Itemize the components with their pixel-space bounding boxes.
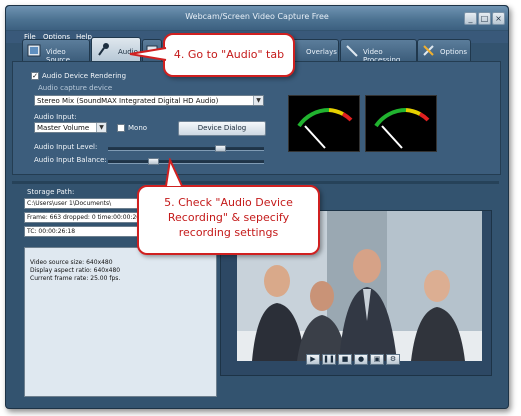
audio-input-value: Master Volume: [37, 124, 90, 132]
pause-button[interactable]: ❚❚: [322, 354, 336, 365]
tab-options[interactable]: Options: [417, 39, 471, 62]
tools-icon: [423, 45, 434, 56]
minimize-button[interactable]: _: [464, 12, 477, 25]
input-balance-label: Audio Input Balance:: [34, 156, 107, 164]
stat-frame-rate: Current frame rate: 25.00 fps.: [30, 275, 121, 282]
chevron-down-icon: ▼: [96, 123, 106, 132]
stats-panel: Video source size: 640x480 Display aspec…: [24, 247, 217, 397]
right-level-meter: [365, 95, 437, 152]
callout-step5-pointer: [165, 158, 183, 187]
microphone-icon: [98, 43, 109, 56]
stop-button[interactable]: ■: [338, 354, 352, 365]
chevron-down-icon: ▼: [253, 96, 263, 105]
input-level-slider[interactable]: [215, 145, 227, 152]
input-level-track: [108, 147, 264, 151]
capture-device-select[interactable]: Stereo Mix (SoundMAX Integrated Digital …: [34, 95, 264, 106]
record-button[interactable]: ●: [354, 354, 368, 365]
mono-checkbox[interactable]: [117, 124, 125, 132]
callout-step4-pointer: [129, 47, 167, 61]
callout-step5-line3: recording settings: [178, 226, 279, 239]
audio-input-select[interactable]: Master Volume ▼: [34, 122, 107, 133]
stat-aspect-ratio: Display aspect ratio: 640x480: [30, 267, 121, 274]
close-button[interactable]: ×: [492, 12, 505, 25]
snapshot-button[interactable]: ▣: [370, 354, 384, 365]
window-title: Webcam/Screen Video Capture Free: [185, 12, 329, 21]
callout-step5-line1: 5. Check "Audio Device: [164, 196, 293, 209]
callout-step5: 5. Check "Audio Device Recording" & sepe…: [137, 185, 320, 255]
mono-label: Mono: [128, 124, 148, 132]
tab-label: Options: [440, 48, 468, 56]
input-balance-slider[interactable]: [148, 158, 159, 165]
splitter[interactable]: [12, 181, 499, 184]
wand-icon: [346, 45, 358, 57]
callout-step5-line2: Recording" & sepecify: [167, 211, 290, 224]
film-icon: [27, 44, 41, 57]
audio-input-label: Audio Input:: [34, 113, 77, 121]
capture-device-label: Audio capture device: [38, 84, 113, 92]
title-bar: Webcam/Screen Video Capture Free _ □ ×: [6, 6, 508, 30]
input-level-label: Audio Input Level:: [34, 143, 98, 151]
device-dialog-button[interactable]: Device Dialog: [178, 121, 266, 136]
tab-label: Overlays: [306, 48, 337, 56]
storage-path-label: Storage Path:: [27, 188, 75, 196]
maximize-button[interactable]: □: [478, 12, 491, 25]
audio-device-label: Audio Device Rendering: [42, 72, 127, 80]
stat-source-size: Video source size: 640x480: [30, 259, 113, 266]
settings-button[interactable]: ⚙: [386, 354, 400, 365]
play-button[interactable]: ▶: [306, 354, 320, 365]
audio-device-checkbox[interactable]: ✓: [31, 72, 39, 80]
left-level-meter: [288, 95, 360, 152]
capture-device-value: Stereo Mix (SoundMAX Integrated Digital …: [37, 97, 219, 105]
tab-video-processing[interactable]: Video Processing: [340, 39, 417, 64]
callout-step4: 4. Go to "Audio" tab: [163, 33, 295, 77]
tab-video-source[interactable]: Video Source: [22, 39, 90, 64]
